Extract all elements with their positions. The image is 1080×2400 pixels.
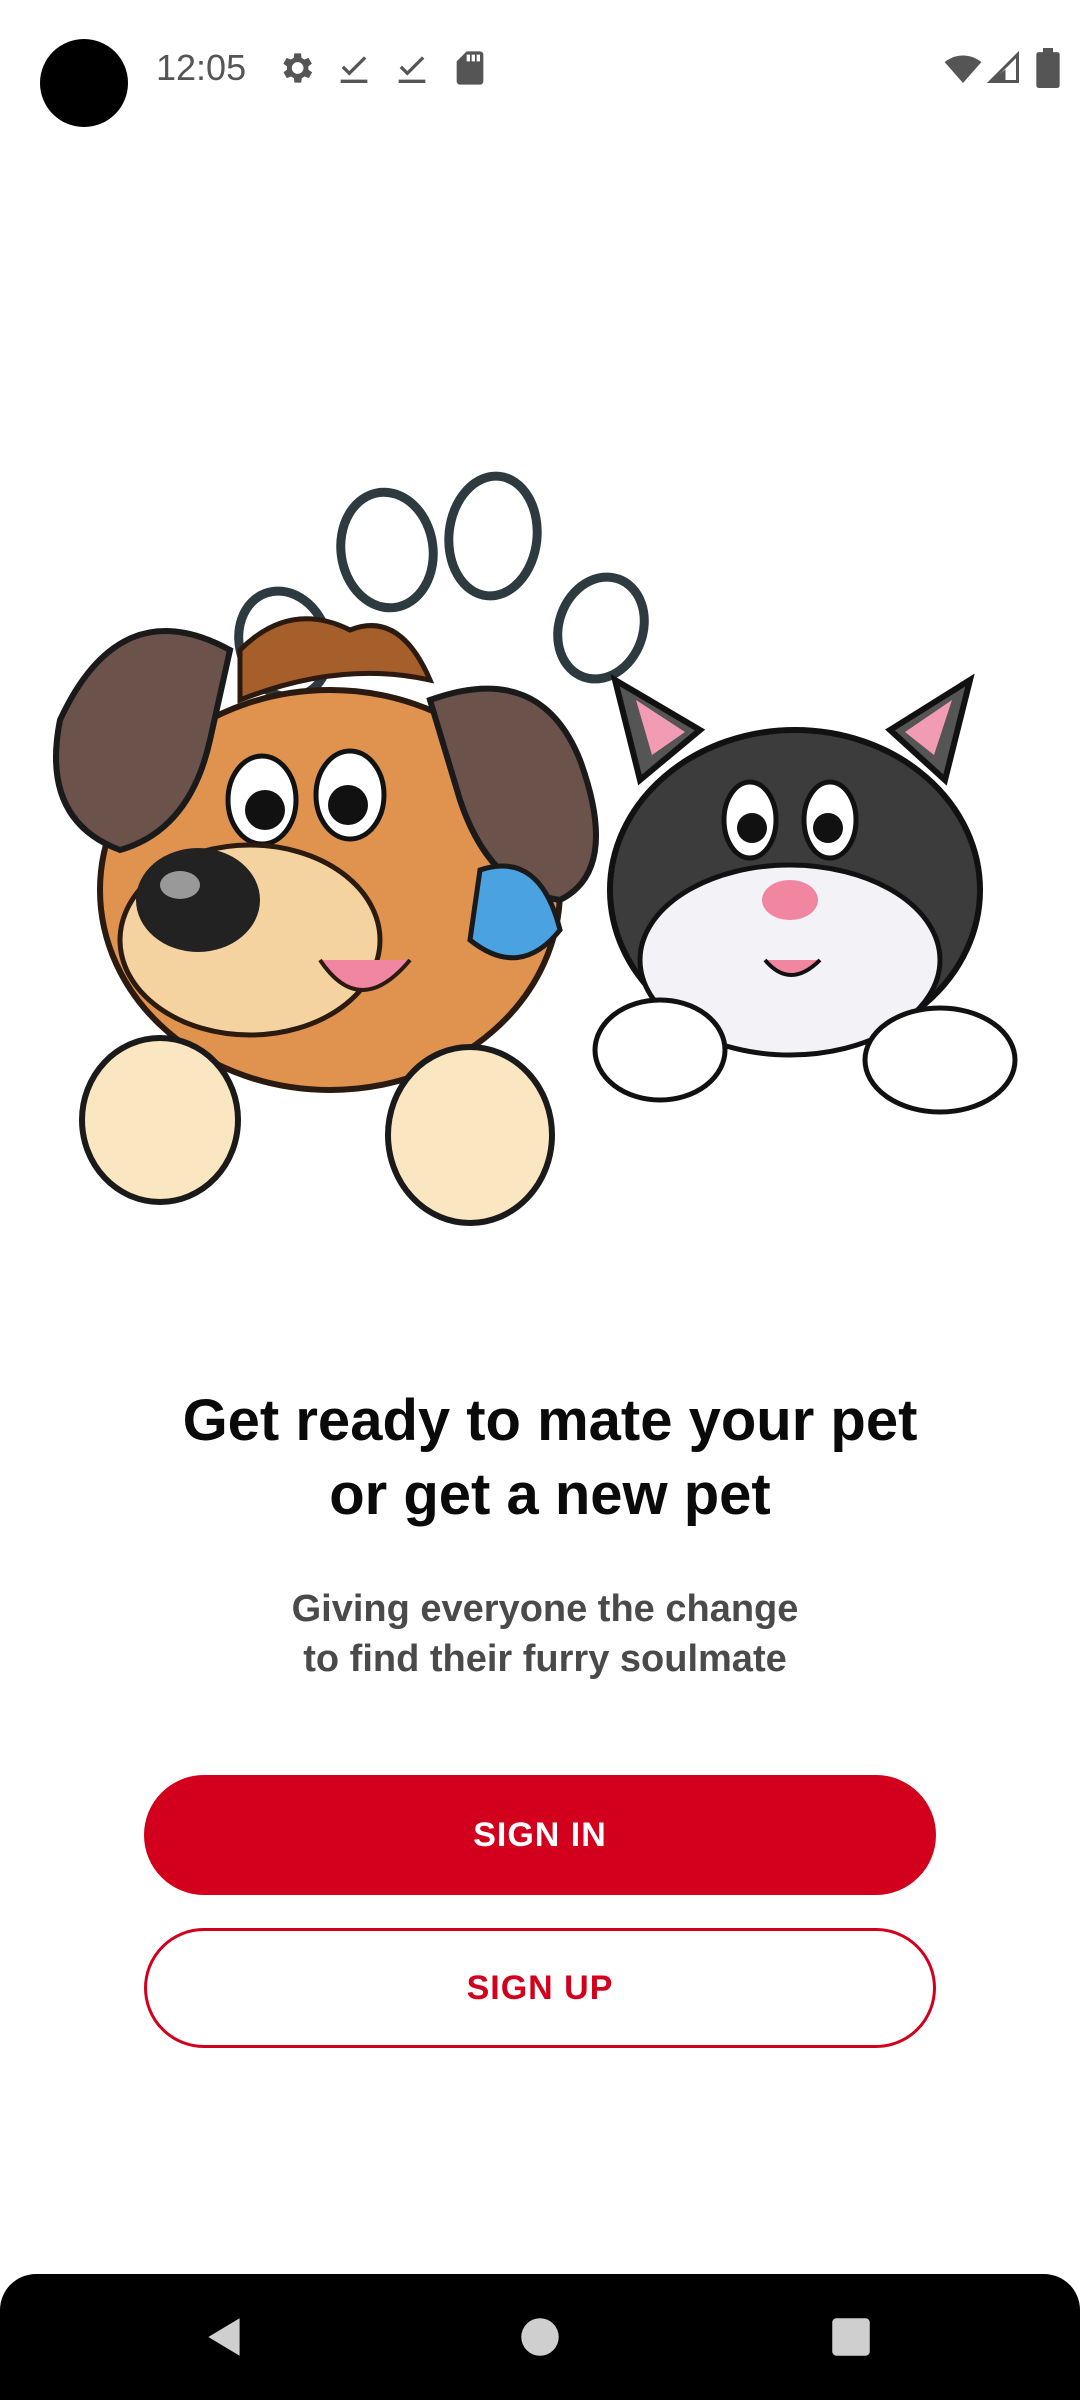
welcome-screen: 12:05 Get ready to mate your pet or get … <box>0 0 1080 2400</box>
download-done-icon <box>392 48 432 88</box>
subtitle: Giving everyone the change to find their… <box>291 1588 799 1680</box>
signal-icon <box>986 48 1022 88</box>
home-icon[interactable] <box>515 2312 565 2362</box>
sd-card-icon <box>450 48 490 88</box>
battery-icon <box>1034 48 1062 88</box>
status-time: 12:05 <box>156 47 247 88</box>
status-bar: 12:05 <box>0 0 1080 134</box>
camera-cutout <box>40 39 128 127</box>
sign-up-button[interactable]: SIGN UP <box>144 1928 936 2048</box>
sign-in-button[interactable]: SIGN IN <box>144 1775 936 1895</box>
headline: Get ready to mate your pet or get a new … <box>182 1388 918 1527</box>
navigation-bar <box>0 2274 1080 2400</box>
recents-icon[interactable] <box>826 2312 876 2362</box>
download-done-icon <box>334 48 374 88</box>
settings-icon <box>276 48 316 88</box>
hero-illustration <box>40 400 1040 1280</box>
back-icon[interactable] <box>200 2312 250 2362</box>
dog-and-cat-illustration <box>53 471 1018 1226</box>
wifi-icon <box>942 48 984 88</box>
